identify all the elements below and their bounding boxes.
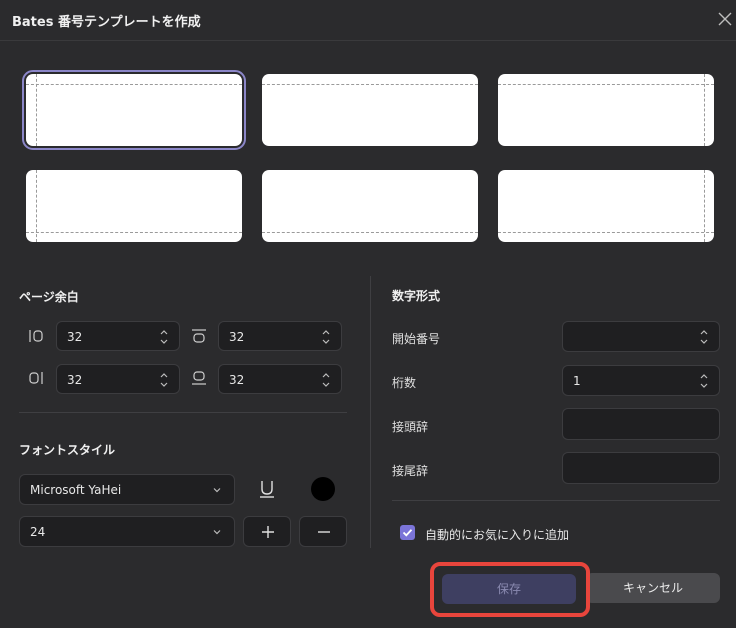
digits-input[interactable]: 1: [562, 365, 720, 396]
close-icon[interactable]: [716, 10, 734, 28]
template-top-center[interactable]: [262, 74, 478, 146]
font-family-select[interactable]: Microsoft YaHei: [19, 474, 235, 505]
margin-bottom-icon: [192, 371, 206, 385]
spinner-arrows-icon[interactable]: [699, 327, 709, 347]
digits-label: 桁数: [392, 376, 417, 390]
checkmark-icon: [402, 529, 413, 537]
section-divider: [392, 500, 720, 501]
section-divider: [19, 412, 347, 413]
spinner-arrows-icon[interactable]: [321, 370, 331, 390]
plus-icon: [262, 526, 274, 538]
decrease-font-size-button[interactable]: [299, 516, 347, 547]
template-bottom-right[interactable]: [498, 170, 714, 242]
margin-right-icon: [29, 372, 43, 384]
font-color-swatch[interactable]: [311, 477, 335, 501]
spinner-arrows-icon[interactable]: [159, 327, 169, 347]
column-divider: [370, 276, 371, 548]
margin-left-value: 32: [67, 330, 83, 344]
auto-favorite-label: 自動的にお気に入りに追加: [425, 528, 570, 542]
start-number-input[interactable]: [562, 321, 720, 352]
template-top-right[interactable]: [498, 74, 714, 146]
bates-template-dialog: Bates 番号テンプレートを作成 ページ余白 32 32 32 32 フォント…: [0, 0, 736, 628]
template-bottom-center[interactable]: [262, 170, 478, 242]
margin-left-input[interactable]: 32: [56, 321, 180, 351]
save-button[interactable]: 保存: [442, 574, 576, 604]
margin-bottom-input[interactable]: 32: [218, 364, 342, 394]
title-bar: Bates 番号テンプレートを作成: [0, 0, 736, 41]
auto-favorite-checkbox[interactable]: [400, 525, 415, 540]
margin-right-value: 32: [67, 373, 83, 387]
page-margin-heading: ページ余白: [19, 290, 79, 304]
template-top-left[interactable]: [22, 70, 246, 150]
margin-top-icon: [192, 329, 206, 343]
digits-value: 1: [573, 374, 581, 388]
spinner-arrows-icon[interactable]: [699, 371, 709, 391]
spinner-arrows-icon[interactable]: [159, 370, 169, 390]
template-bottom-left[interactable]: [26, 170, 242, 242]
margin-top-input[interactable]: 32: [218, 321, 342, 351]
start-number-label: 開始番号: [392, 332, 441, 346]
minus-icon: [318, 531, 330, 533]
prefix-input[interactable]: [562, 408, 720, 440]
chevron-down-icon: [213, 488, 221, 493]
chevron-down-icon: [213, 530, 221, 535]
prefix-label: 接頭辞: [392, 420, 429, 434]
suffix-input[interactable]: [562, 452, 720, 484]
margin-right-input[interactable]: 32: [56, 364, 180, 394]
number-format-heading: 数字形式: [392, 289, 441, 303]
margin-left-icon: [29, 330, 43, 342]
font-size-select[interactable]: 24: [19, 516, 235, 547]
underline-icon[interactable]: [258, 479, 276, 499]
font-size-value: 24: [30, 525, 46, 539]
cancel-button[interactable]: キャンセル: [586, 573, 720, 603]
suffix-label: 接尾辞: [392, 464, 429, 478]
font-family-value: Microsoft YaHei: [30, 483, 122, 497]
spinner-arrows-icon[interactable]: [321, 327, 331, 347]
dialog-title: Bates 番号テンプレートを作成: [12, 15, 201, 30]
margin-bottom-value: 32: [229, 373, 245, 387]
increase-font-size-button[interactable]: [243, 516, 291, 547]
margin-top-value: 32: [229, 330, 245, 344]
font-style-heading: フォントスタイル: [19, 443, 116, 457]
